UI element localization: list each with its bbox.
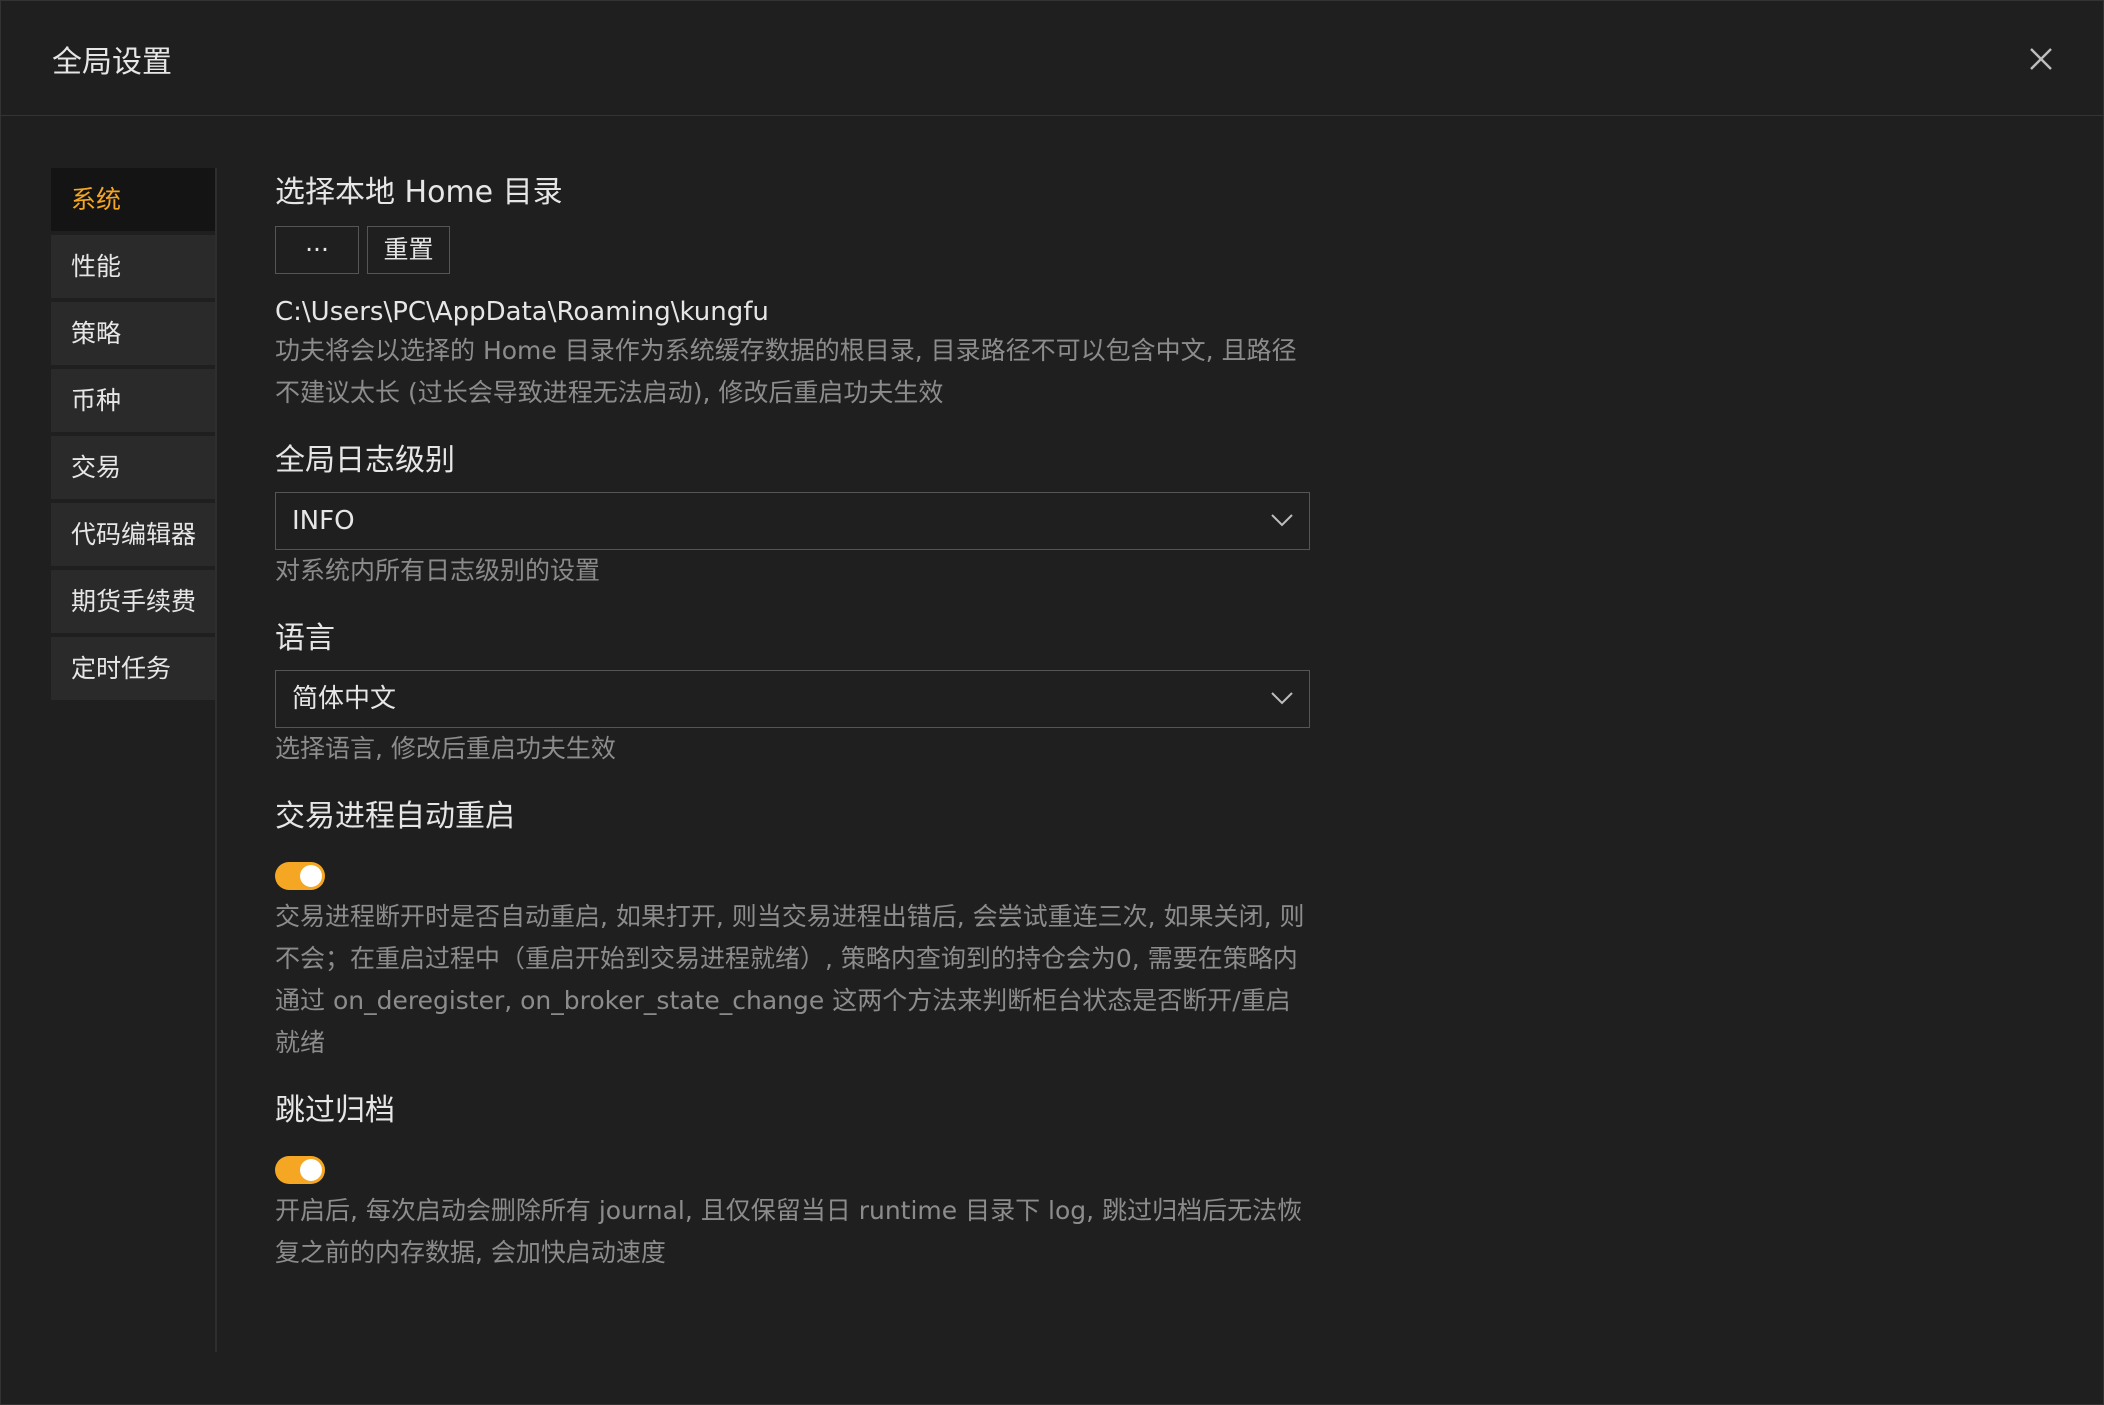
skip-archive-title: 跳过归档 xyxy=(275,1093,395,1128)
log-level-value: INFO xyxy=(292,506,355,536)
skip-archive-description: 开启后, 每次启动会删除所有 journal, 且仅保留当日 runtime 目… xyxy=(275,1196,1303,1267)
close-icon[interactable] xyxy=(2021,39,2061,79)
log-level-select[interactable]: INFO xyxy=(275,492,1310,550)
sidebar-item-trading[interactable]: 交易 xyxy=(51,436,215,499)
home-directory-section: 选择本地 Home 目录 ··· 重置 C:\Users\PC\AppData\… xyxy=(275,168,1315,414)
settings-content: 选择本地 Home 目录 ··· 重置 C:\Users\PC\AppData\… xyxy=(275,168,1315,1274)
auto-restart-title: 交易进程自动重启 xyxy=(275,799,515,834)
auto-restart-section: 交易进程自动重启 交易进程断开时是否自动重启, 如果打开, 则当交易进程出错后,… xyxy=(275,792,1315,1064)
toggle-knob xyxy=(300,865,322,887)
log-level-section: 全局日志级别 INFO 对系统内所有日志级别的设置 xyxy=(275,436,1315,592)
chevron-down-icon xyxy=(1271,692,1293,705)
auto-restart-toggle[interactable] xyxy=(275,862,325,890)
toggle-knob xyxy=(300,1159,322,1181)
skip-archive-toggle[interactable] xyxy=(275,1156,325,1184)
modal-header: 全局设置 xyxy=(1,1,2103,116)
sidebar-item-currency[interactable]: 币种 xyxy=(51,369,215,432)
sidebar-item-strategy[interactable]: 策略 xyxy=(51,302,215,365)
browse-home-button[interactable]: ··· xyxy=(275,226,359,274)
reset-home-button[interactable]: 重置 xyxy=(367,226,450,274)
sidebar-item-code-editor[interactable]: 代码编辑器 xyxy=(51,503,215,566)
language-value: 简体中文 xyxy=(292,684,397,714)
global-settings-modal: 全局设置 系统 性能 策略 币种 交易 代码编辑器 期货手续费 定时任务 选择本… xyxy=(0,0,2104,1405)
modal-title: 全局设置 xyxy=(52,45,172,80)
skip-archive-section: 跳过归档 开启后, 每次启动会删除所有 journal, 且仅保留当日 runt… xyxy=(275,1086,1315,1274)
sidebar-item-system[interactable]: 系统 xyxy=(51,168,215,231)
sidebar-item-scheduled-tasks[interactable]: 定时任务 xyxy=(51,637,215,700)
language-description: 选择语言, 修改后重启功夫生效 xyxy=(275,734,616,763)
language-section: 语言 简体中文 选择语言, 修改后重启功夫生效 xyxy=(275,614,1315,770)
chevron-down-icon xyxy=(1271,514,1293,527)
auto-restart-description: 交易进程断开时是否自动重启, 如果打开, 则当交易进程出错后, 会尝试重连三次,… xyxy=(275,902,1305,1057)
sidebar-item-futures-fees[interactable]: 期货手续费 xyxy=(51,570,215,633)
log-level-description: 对系统内所有日志级别的设置 xyxy=(275,556,601,585)
language-select[interactable]: 简体中文 xyxy=(275,670,1310,728)
settings-sidebar: 系统 性能 策略 币种 交易 代码编辑器 期货手续费 定时任务 xyxy=(51,168,217,1352)
home-path: C:\Users\PC\AppData\Roaming\kungfu xyxy=(275,297,769,327)
home-description: 功夫将会以选择的 Home 目录作为系统缓存数据的根目录, 目录路径不可以包含中… xyxy=(275,336,1297,407)
sidebar-item-performance[interactable]: 性能 xyxy=(51,235,215,298)
log-level-title: 全局日志级别 xyxy=(275,443,455,478)
language-title: 语言 xyxy=(275,621,335,656)
home-directory-title: 选择本地 Home 目录 xyxy=(275,175,563,210)
